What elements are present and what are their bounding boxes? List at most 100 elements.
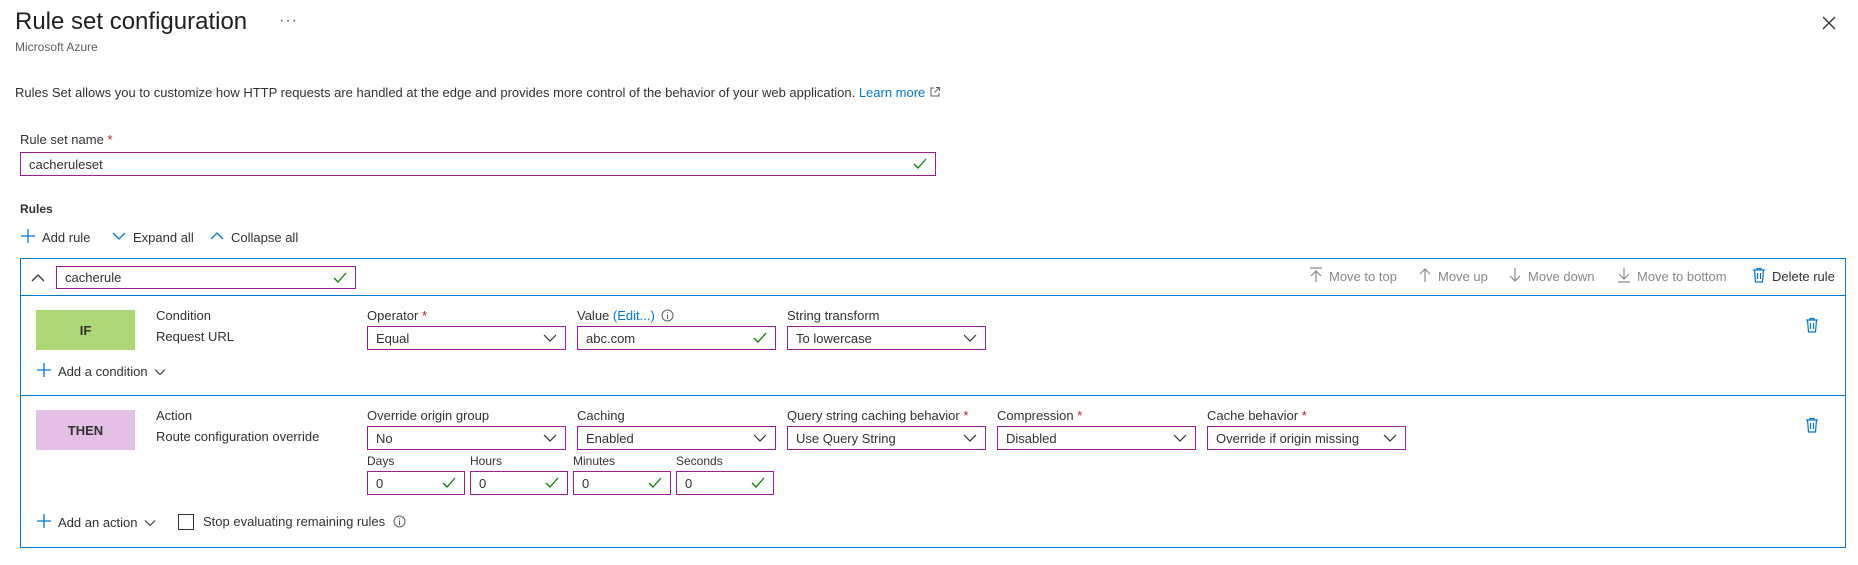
add-rule-label: Add rule (42, 230, 91, 245)
move-down-button[interactable]: Move down (1508, 267, 1594, 286)
rules-heading: Rules (20, 202, 53, 216)
check-icon (648, 477, 662, 489)
move-to-top-label: Move to top (1329, 269, 1397, 284)
compression-value: Disabled (1006, 430, 1057, 446)
compression-label: Compression * (997, 408, 1082, 423)
more-options-button[interactable]: ··· (279, 12, 298, 30)
required-mark: * (963, 408, 969, 423)
operator-label-text: Operator (367, 308, 419, 323)
required-mark: * (1077, 408, 1083, 423)
value-edit-link[interactable]: (Edit...) (613, 308, 655, 323)
condition-section: IF Condition Request URL Operator * Equa… (21, 296, 1845, 396)
action-type: Route configuration override (156, 429, 320, 444)
rule-set-name-label-text: Rule set name (20, 132, 104, 147)
check-icon (913, 158, 927, 170)
delete-rule-label: Delete rule (1772, 269, 1835, 284)
move-down-label: Move down (1528, 269, 1595, 284)
check-icon (753, 332, 767, 344)
if-badge: IF (36, 310, 135, 350)
info-icon[interactable] (661, 309, 674, 325)
required-mark: * (421, 308, 427, 323)
cache-behavior-label: Cache behavior * (1207, 408, 1307, 423)
rule-name-input[interactable]: cacherule (56, 266, 356, 289)
description-text: Rules Set allows you to customize how HT… (15, 85, 856, 100)
seconds-input[interactable]: 0 (676, 471, 774, 495)
days-label: Days (367, 454, 395, 468)
move-to-top-button[interactable]: Move to top (1309, 267, 1397, 286)
string-transform-value: To lowercase (796, 330, 872, 346)
minutes-input[interactable]: 0 (573, 471, 671, 495)
rule-name-value: cacherule (65, 270, 122, 285)
operator-select[interactable]: Equal (367, 326, 566, 350)
days-input[interactable]: 0 (367, 471, 465, 495)
check-icon (333, 272, 347, 284)
close-icon[interactable] (1818, 12, 1840, 34)
move-to-bottom-button[interactable]: Move to bottom (1617, 267, 1727, 286)
then-badge: THEN (36, 410, 135, 450)
learn-more-link[interactable]: Learn more (859, 85, 925, 100)
move-up-label: Move up (1438, 269, 1488, 284)
move-to-bottom-label: Move to bottom (1637, 269, 1727, 284)
query-string-label-text: Query string caching behavior (787, 408, 960, 423)
value-value: abc.com (586, 330, 636, 346)
required-mark: * (1301, 408, 1307, 423)
compression-select[interactable]: Disabled (997, 426, 1196, 450)
seconds-label: Seconds (676, 454, 723, 468)
caching-select[interactable]: Enabled (577, 426, 776, 450)
collapse-all-label: Collapse all (231, 230, 299, 245)
chevron-up-icon[interactable] (30, 270, 46, 291)
add-action-button[interactable]: Add an action (36, 513, 156, 532)
collapse-all-button[interactable]: Collapse all (209, 228, 298, 247)
delete-rule-button[interactable]: Delete rule (1752, 267, 1835, 286)
caching-value: Enabled (586, 430, 634, 446)
override-origin-group-select[interactable]: No (367, 426, 566, 450)
chevron-up-icon (209, 228, 225, 247)
add-rule-button[interactable]: Add rule (20, 228, 90, 247)
hours-value: 0 (479, 475, 487, 491)
cache-behavior-label-text: Cache behavior (1207, 408, 1299, 423)
check-icon (545, 477, 559, 489)
rule-set-name-input[interactable]: cacheruleset (20, 152, 936, 176)
minutes-value: 0 (582, 475, 590, 491)
hours-label: Hours (470, 454, 503, 468)
trash-icon[interactable] (1805, 317, 1819, 338)
trash-icon (1752, 267, 1766, 286)
chevron-down-icon (753, 433, 767, 443)
expand-all-button[interactable]: Expand all (111, 228, 194, 247)
expand-all-label: Expand all (133, 230, 194, 245)
plus-icon (36, 362, 52, 381)
query-string-value: Use Query String (796, 430, 896, 446)
arrow-down-icon (1508, 267, 1522, 286)
stop-evaluating-text: Stop evaluating remaining rules (203, 514, 386, 529)
move-to-top-icon (1309, 267, 1323, 286)
days-value: 0 (376, 475, 384, 491)
seconds-value: 0 (685, 475, 693, 491)
cache-behavior-select[interactable]: Override if origin missing (1207, 426, 1406, 450)
plus-icon (36, 513, 52, 532)
chevron-down-icon (111, 228, 127, 247)
chevron-down-icon (543, 433, 557, 443)
info-icon[interactable] (393, 515, 406, 531)
chevron-down-icon (1173, 433, 1187, 443)
chevron-down-icon (154, 364, 166, 379)
description: Rules Set allows you to customize how HT… (15, 85, 941, 101)
value-label-text: Value (577, 308, 610, 323)
value-label: Value (Edit...) (577, 308, 674, 325)
string-transform-select[interactable]: To lowercase (787, 326, 986, 350)
value-input[interactable]: abc.com (577, 326, 776, 350)
move-up-button[interactable]: Move up (1418, 267, 1488, 286)
check-icon (751, 477, 765, 489)
caching-label: Caching (577, 408, 625, 423)
add-condition-button[interactable]: Add a condition (36, 362, 166, 381)
operator-value: Equal (376, 330, 410, 346)
stop-evaluating-label: Stop evaluating remaining rules (203, 514, 406, 531)
trash-icon[interactable] (1805, 417, 1819, 438)
rule-set-name-value: cacheruleset (29, 156, 103, 172)
cache-behavior-value: Override if origin missing (1216, 430, 1360, 446)
hours-input[interactable]: 0 (470, 471, 568, 495)
minutes-label: Minutes (573, 454, 616, 468)
chevron-down-icon (144, 515, 156, 530)
query-string-select[interactable]: Use Query String (787, 426, 986, 450)
stop-evaluating-checkbox[interactable] (178, 514, 194, 530)
external-link-icon[interactable] (929, 86, 941, 101)
